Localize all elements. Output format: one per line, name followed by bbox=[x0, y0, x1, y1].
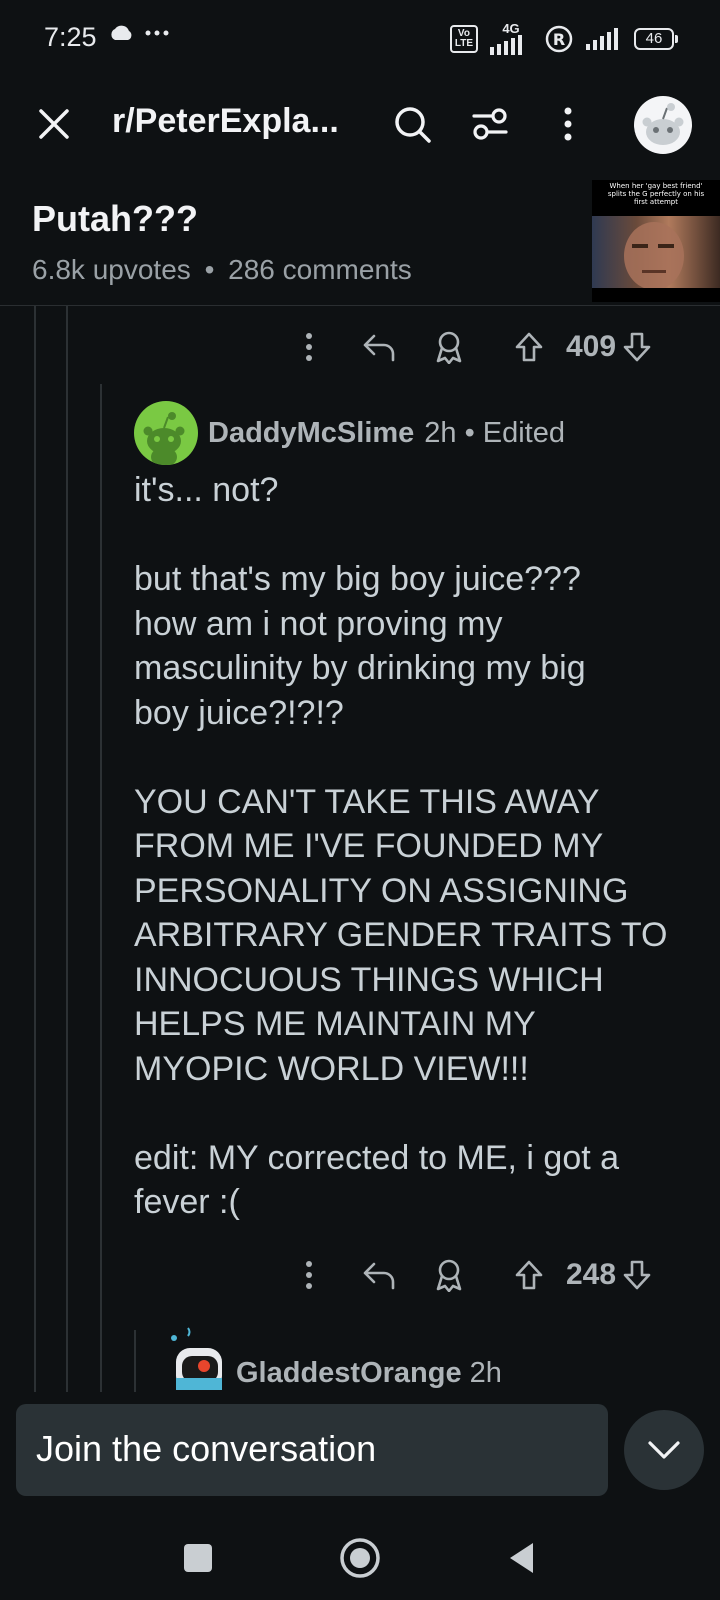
reply-button[interactable] bbox=[360, 1256, 398, 1294]
upvote-arrow-icon bbox=[515, 332, 543, 362]
thumbnail-image bbox=[592, 216, 720, 288]
roaming-label: R bbox=[553, 30, 565, 49]
post-thumbnail[interactable]: When her 'gay best friend' splits the G … bbox=[592, 180, 720, 302]
more-button[interactable] bbox=[290, 328, 328, 366]
more-vertical-icon bbox=[564, 107, 572, 141]
battery-icon: 46 bbox=[634, 27, 678, 50]
home-circle-icon bbox=[340, 1538, 380, 1578]
award-icon bbox=[436, 1259, 462, 1292]
post-title: Putah??? bbox=[32, 198, 198, 239]
thread-line[interactable] bbox=[66, 306, 68, 1392]
filter-icon bbox=[472, 108, 508, 140]
upvote-count: 6.8k upvotes bbox=[32, 254, 191, 285]
collapse-button[interactable] bbox=[624, 1410, 704, 1490]
battery-level: 46 bbox=[634, 27, 674, 50]
more-options-button[interactable] bbox=[544, 100, 592, 148]
chevron-down-icon bbox=[648, 1441, 680, 1459]
edited-label: • Edited bbox=[464, 416, 566, 449]
subreddit-title[interactable]: r/PeterExpla... bbox=[112, 102, 360, 141]
filter-button[interactable] bbox=[466, 100, 514, 148]
back-button[interactable] bbox=[494, 1530, 550, 1586]
close-button[interactable] bbox=[32, 102, 76, 146]
comment-actions: 248 bbox=[290, 1252, 690, 1298]
close-icon bbox=[39, 109, 69, 139]
post-header[interactable]: Putah??? 6.8k upvotes • 286 comments Whe… bbox=[0, 176, 720, 306]
more-vertical-icon bbox=[306, 333, 312, 361]
reply-avatar[interactable] bbox=[170, 1326, 226, 1390]
comment-age: 2h bbox=[424, 416, 457, 449]
downvote-button[interactable] bbox=[618, 328, 656, 366]
commenter-avatar[interactable] bbox=[134, 401, 198, 465]
reply-button[interactable] bbox=[360, 328, 398, 366]
comment-count: 286 comments bbox=[228, 254, 412, 285]
upvote-arrow-icon bbox=[515, 1260, 543, 1290]
more-vertical-icon bbox=[306, 1261, 312, 1289]
search-icon bbox=[395, 107, 431, 143]
signal-icon-2 bbox=[586, 27, 618, 50]
award-button[interactable] bbox=[430, 328, 468, 366]
roaming-icon: R bbox=[545, 25, 573, 52]
reply-icon bbox=[363, 334, 395, 362]
square-icon bbox=[184, 1544, 212, 1572]
comment-input[interactable]: Join the conversation bbox=[16, 1404, 608, 1496]
robot-avatar-icon bbox=[171, 1327, 222, 1390]
upvote-button[interactable] bbox=[510, 328, 548, 366]
thumbnail-caption: When her 'gay best friend' splits the G … bbox=[607, 182, 705, 206]
thread-line[interactable] bbox=[100, 384, 102, 1392]
snoo-avatar-icon bbox=[143, 412, 185, 465]
reply-author[interactable]: GladdestOrange bbox=[236, 1357, 462, 1390]
reply-icon bbox=[363, 1262, 395, 1290]
back-triangle-icon bbox=[510, 1543, 533, 1573]
vote-score: 248 bbox=[566, 1258, 617, 1291]
vote-score: 409 bbox=[566, 330, 617, 363]
parent-comment-actions: 409 bbox=[290, 324, 690, 370]
system-nav-bar bbox=[0, 1512, 720, 1600]
recents-button[interactable] bbox=[170, 1530, 226, 1586]
app-bar: r/PeterExpla... bbox=[0, 76, 720, 172]
snoo-avatar-icon bbox=[642, 103, 684, 145]
volte-icon: Vo LTE bbox=[449, 24, 478, 53]
comment-author-row[interactable]: DaddyMcSlime 2h • Edited bbox=[134, 400, 565, 466]
downvote-arrow-icon bbox=[623, 332, 651, 362]
downvote-arrow-icon bbox=[623, 1260, 651, 1290]
home-button[interactable] bbox=[332, 1530, 388, 1586]
more-button[interactable] bbox=[290, 1256, 328, 1294]
comment-body[interactable]: it's... not? but that's my big boy juice… bbox=[134, 468, 694, 1225]
status-time: 7:25 bbox=[44, 22, 97, 52]
reply-author-row[interactable]: GladdestOrange 2h bbox=[170, 1326, 502, 1390]
user-avatar[interactable] bbox=[634, 96, 692, 154]
thread-line[interactable] bbox=[134, 1330, 136, 1392]
upvote-button[interactable] bbox=[510, 1256, 548, 1294]
thread-line[interactable] bbox=[34, 306, 36, 1392]
comment-author[interactable]: DaddyMcSlime bbox=[208, 417, 414, 450]
award-icon bbox=[436, 331, 462, 364]
status-bar: 7:25 Vo LTE 4G R 46 bbox=[0, 0, 720, 76]
reply-age: 2h bbox=[469, 1357, 502, 1389]
signal-icon bbox=[490, 35, 522, 55]
meta-separator: • bbox=[204, 254, 215, 285]
more-notifications-icon bbox=[145, 30, 169, 36]
network-type-label: 4G bbox=[502, 21, 520, 36]
search-button[interactable] bbox=[388, 100, 436, 148]
cloud-icon bbox=[111, 25, 132, 40]
comment-input-placeholder: Join the conversation bbox=[36, 1428, 377, 1469]
award-button[interactable] bbox=[430, 1256, 468, 1294]
downvote-button[interactable] bbox=[618, 1256, 656, 1294]
post-meta: 6.8k upvotes • 286 comments bbox=[32, 254, 412, 286]
